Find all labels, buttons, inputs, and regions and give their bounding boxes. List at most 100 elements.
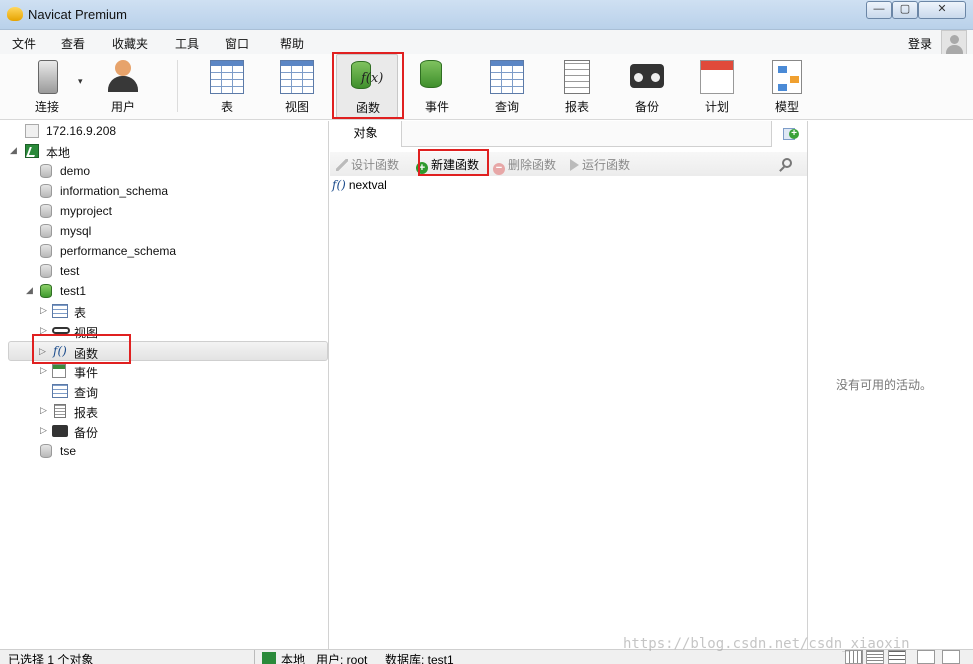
tree-node-label: 报表 <box>74 406 99 420</box>
toolbar-label: 报表 <box>564 100 589 114</box>
status-connection: 本地 <box>281 653 306 664</box>
design-function-button[interactable]: 设计函数 <box>336 156 399 173</box>
menu-help[interactable]: 帮助 <box>280 35 304 52</box>
no-activity-text: 没有可用的活动。 <box>836 378 933 392</box>
tree-db-performance-schema[interactable]: performance_schema <box>0 241 328 261</box>
toolbar-label: 连接 <box>34 100 59 114</box>
delete-function-button[interactable]: − 删除函数 <box>493 156 556 175</box>
tree-db-demo[interactable]: demo <box>0 161 328 181</box>
database-icon <box>40 264 52 278</box>
toolbar-backup-button[interactable]: 备份 <box>616 54 678 118</box>
tree-node-queries[interactable]: 查询 <box>0 381 328 401</box>
toolbar-label: 备份 <box>634 100 659 114</box>
tree-server[interactable]: 172.16.9.208 <box>0 121 328 141</box>
tree-node-backups[interactable]: ▷ 备份 <box>0 421 328 441</box>
window-title: Navicat Premium <box>28 7 127 22</box>
close-button[interactable]: ✕ <box>918 1 966 19</box>
tree-local-connection[interactable]: ◢ 本地 <box>0 141 328 161</box>
tree-db-label: tse <box>60 444 77 458</box>
toolbar-label: 计划 <box>704 100 729 114</box>
main-toolbar: ▾ 连接 用户 表 视图 f(x) 函数 事件 查询 报表 备份 计划 模型 <box>0 54 973 120</box>
connection-tree: 172.16.9.208 ◢ 本地 demo information_schem… <box>0 121 329 649</box>
model-icon <box>772 60 802 94</box>
toolbar-report-button[interactable]: 报表 <box>546 54 608 118</box>
tree-db-information-schema[interactable]: information_schema <box>0 181 328 201</box>
grid-view-icon[interactable] <box>845 650 863 664</box>
navicat-app-icon <box>7 7 23 21</box>
view-glasses-icon <box>52 327 70 334</box>
toolbar-label: 查询 <box>494 100 519 114</box>
function-item-name: nextval <box>348 178 387 192</box>
tree-node-tables[interactable]: ▷ 表 <box>0 301 328 321</box>
toolbar-label: 模型 <box>774 100 799 114</box>
database-icon <box>40 204 52 218</box>
login-link[interactable]: 登录 <box>908 35 932 52</box>
list-view-icon[interactable] <box>866 650 884 664</box>
toolbar-query-button[interactable]: 查询 <box>476 54 538 118</box>
account-avatar-icon[interactable] <box>941 30 967 56</box>
status-selection: 已选择 1 个对象 <box>8 653 94 664</box>
menu-file[interactable]: 文件 <box>12 35 36 52</box>
tree-node-label: 查询 <box>74 386 99 400</box>
tree-node-label: 事件 <box>74 366 99 380</box>
toolbar-view-button[interactable]: 视图 <box>266 54 328 118</box>
tree-db-label: myproject <box>60 204 113 218</box>
pencil-icon <box>336 159 348 171</box>
activity-panel: 没有可用的活动。 <box>807 121 973 649</box>
toolbar-user-button[interactable]: 用户 <box>92 54 154 118</box>
toggle-right-panel-icon[interactable] <box>942 650 960 664</box>
delete-function-label: 删除函数 <box>508 158 557 172</box>
search-icon[interactable] <box>782 158 792 168</box>
tree-db-label: mysql <box>60 224 92 238</box>
database-icon <box>40 224 52 238</box>
menu-favorites[interactable]: 收藏夹 <box>112 35 148 52</box>
tree-db-test1[interactable]: ◢ test1 <box>0 281 328 301</box>
connection-icon <box>25 144 39 158</box>
minimize-button[interactable]: — <box>866 1 892 19</box>
query-icon <box>490 60 524 94</box>
database-icon <box>40 164 52 178</box>
expand-arrow-icon[interactable]: ▷ <box>40 365 47 376</box>
status-database: 数据库: test1 <box>385 653 454 664</box>
toolbar-event-button[interactable]: 事件 <box>406 54 468 118</box>
function-list-item[interactable]: f() nextval <box>332 178 387 192</box>
tree-db-label: test1 <box>60 284 87 298</box>
tree-db-test[interactable]: test <box>0 261 328 281</box>
expand-arrow-icon[interactable]: ▷ <box>40 305 47 316</box>
toolbar-connection-button[interactable]: ▾ 连接 <box>16 54 83 118</box>
tree-node-events[interactable]: ▷ 事件 <box>0 361 328 381</box>
menu-window[interactable]: 窗口 <box>225 35 249 52</box>
toolbar-table-button[interactable]: 表 <box>196 54 258 118</box>
schedule-icon <box>700 60 734 94</box>
function-node-highlight <box>32 334 131 364</box>
connection-dropdown-icon[interactable]: ▾ <box>78 76 83 87</box>
tree-node-label: 表 <box>74 306 87 320</box>
detail-view-icon[interactable] <box>888 650 906 664</box>
toggle-left-panel-icon[interactable] <box>917 650 935 664</box>
expand-arrow-icon[interactable]: ◢ <box>10 145 17 156</box>
maximize-button[interactable]: ▢ <box>892 1 918 19</box>
tree-node-reports[interactable]: ▷ 报表 <box>0 401 328 421</box>
query-icon <box>52 384 68 398</box>
expand-arrow-icon[interactable]: ▷ <box>40 405 47 416</box>
expand-arrow-icon[interactable]: ▷ <box>40 425 47 436</box>
backup-icon <box>52 425 68 437</box>
tree-db-tse[interactable]: tse <box>0 441 328 461</box>
backup-icon <box>630 64 664 88</box>
expand-arrow-icon[interactable]: ◢ <box>26 285 33 296</box>
tree-node-label: 备份 <box>74 426 99 440</box>
toolbar-model-button[interactable]: 模型 <box>756 54 818 118</box>
run-function-button[interactable]: 运行函数 <box>570 156 630 173</box>
status-separator <box>254 650 255 664</box>
toolbar-label: 用户 <box>110 100 135 114</box>
tree-db-myproject[interactable]: myproject <box>0 201 328 221</box>
tree-server-label: 172.16.9.208 <box>46 124 117 138</box>
menu-tools[interactable]: 工具 <box>175 35 199 52</box>
status-connection-icon <box>262 652 276 664</box>
tab-objects[interactable]: 对象 <box>330 121 402 147</box>
database-icon <box>40 444 52 458</box>
menu-view[interactable]: 查看 <box>61 35 85 52</box>
new-tab-icon[interactable] <box>771 121 807 147</box>
toolbar-schedule-button[interactable]: 计划 <box>686 54 748 118</box>
tree-db-mysql[interactable]: mysql <box>0 221 328 241</box>
